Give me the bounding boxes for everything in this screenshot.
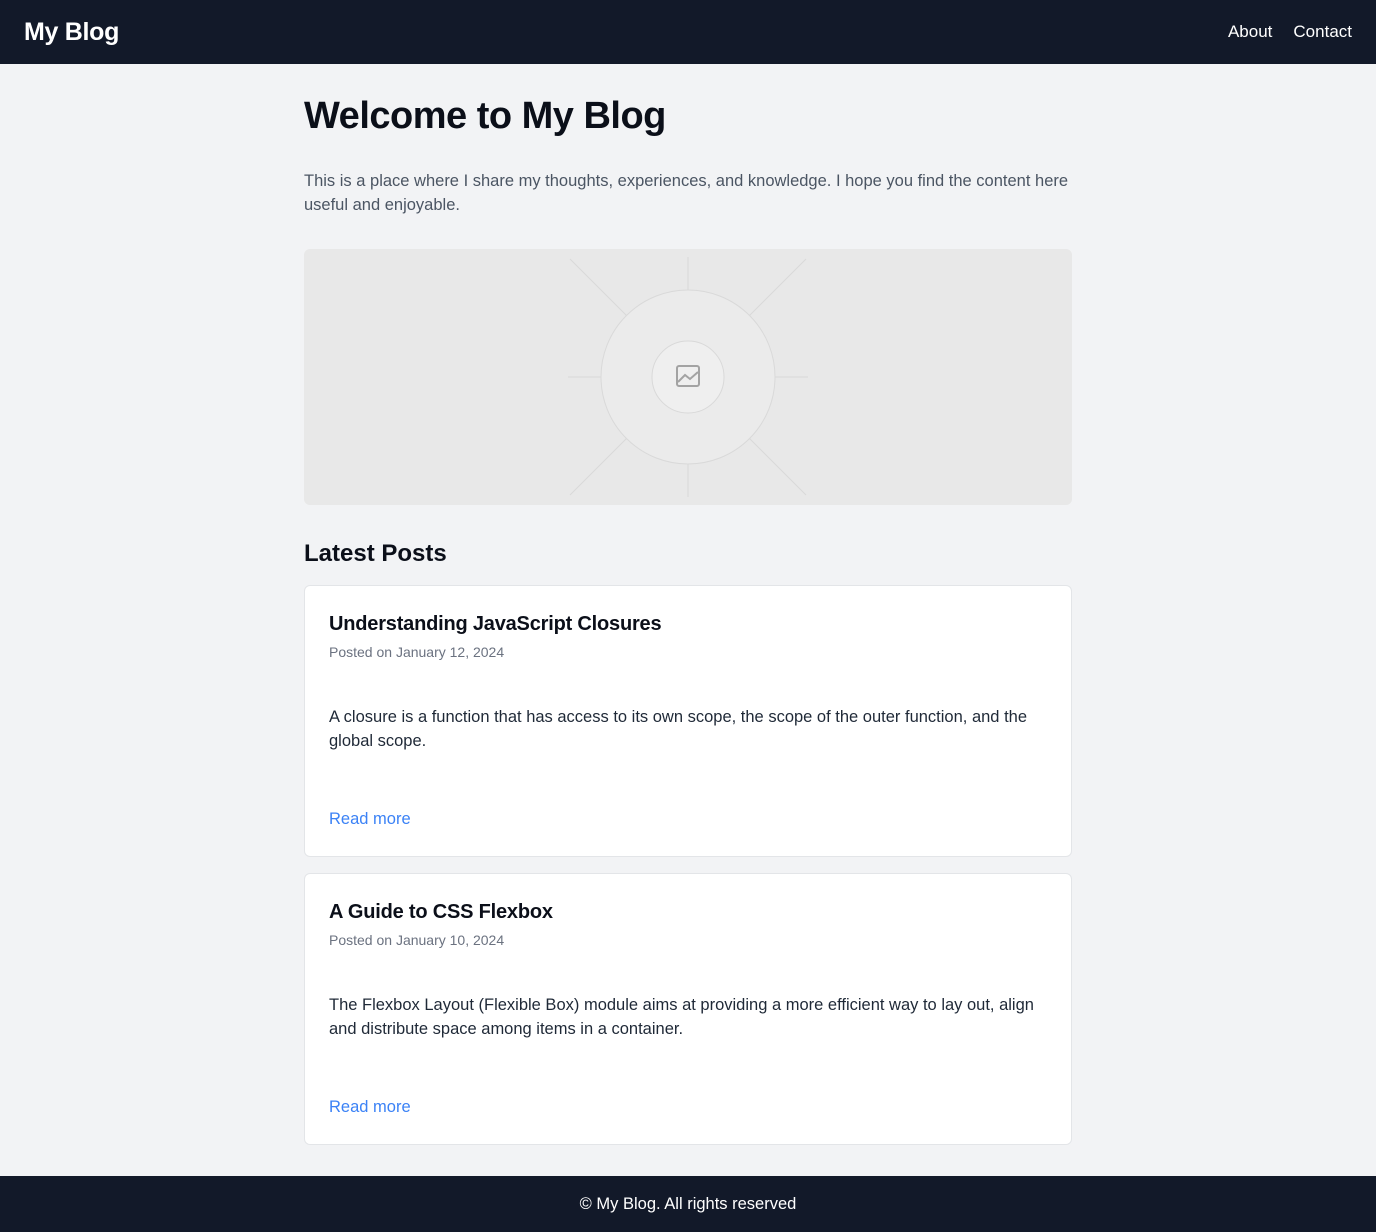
nav-link-contact[interactable]: Contact [1293, 22, 1352, 42]
post-card: Understanding JavaScript Closures Posted… [304, 585, 1072, 857]
post-title: Understanding JavaScript Closures [329, 613, 662, 635]
intro-text: This is a place where I share my thought… [304, 172, 1069, 214]
post-card: A Guide to CSS Flexbox Posted on January… [304, 873, 1072, 1145]
brand-link[interactable]: My Blog [24, 18, 119, 47]
posts-list: Understanding JavaScript Closures Posted… [304, 585, 1072, 1145]
latest-posts-heading: Latest Posts [304, 540, 447, 567]
post-excerpt: A closure is a function that has access … [329, 708, 1028, 750]
top-navbar: My Blog About Contact [0, 0, 1376, 64]
footer-copyright: © My Blog. All rights reserved [579, 1194, 797, 1213]
post-excerpt: The Flexbox Layout (Flexible Box) module… [329, 996, 1034, 1038]
main-nav: About Contact [1228, 22, 1352, 42]
page-footer: © My Blog. All rights reserved [0, 1176, 1376, 1232]
page-title: Welcome to My Blog [304, 95, 666, 137]
nav-link-about[interactable]: About [1228, 22, 1272, 42]
hero-image-placeholder [304, 249, 1072, 505]
post-title: A Guide to CSS Flexbox [329, 901, 553, 923]
post-date: Posted on January 10, 2024 [329, 932, 505, 948]
placeholder-pattern [568, 257, 808, 497]
read-more-link[interactable]: Read more [329, 810, 411, 829]
main-content: Welcome to My Blog This is a place where… [304, 64, 1072, 1145]
read-more-link[interactable]: Read more [329, 1098, 411, 1117]
post-date: Posted on January 12, 2024 [329, 644, 505, 660]
